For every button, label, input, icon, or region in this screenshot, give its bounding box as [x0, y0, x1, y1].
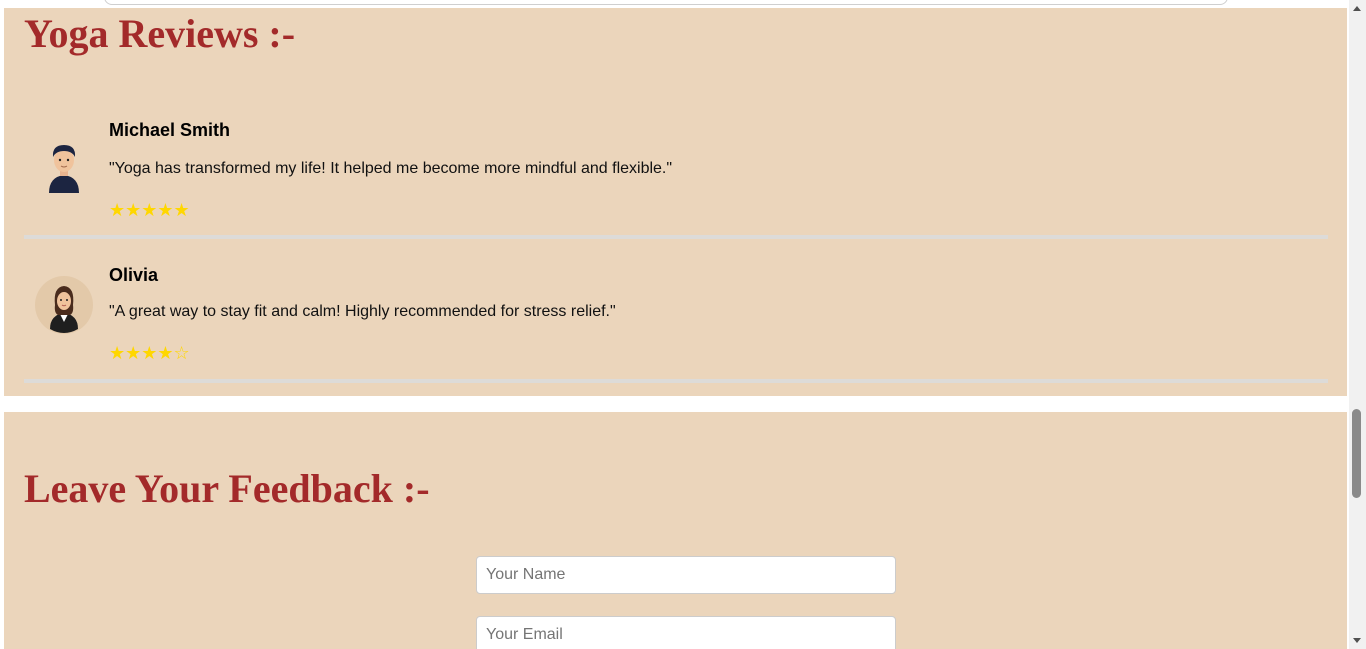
star-rating: ★★★★★ [109, 200, 190, 221]
search-bar-edge [104, 0, 1228, 5]
reviews-section: Yoga Reviews :- Michael Smith "Yoga has … [4, 8, 1347, 396]
scroll-up-arrow-icon[interactable] [1349, 0, 1366, 17]
review-text: "A great way to stay fit and calm! Highl… [109, 303, 616, 320]
scrollbar-thumb[interactable] [1352, 409, 1361, 498]
feedback-title: Leave Your Feedback :- [24, 466, 430, 511]
review-text: "Yoga has transformed my life! It helped… [109, 160, 673, 177]
woman-avatar-icon [34, 275, 94, 335]
man-avatar-icon [34, 135, 94, 195]
star-rating: ★★★★☆ [109, 343, 190, 364]
email-input[interactable] [476, 616, 896, 649]
page-scrollbar[interactable] [1349, 0, 1366, 649]
reviewer-name: Michael Smith [109, 120, 231, 140]
feedback-section: Leave Your Feedback :- [4, 412, 1347, 649]
review-divider [24, 379, 1328, 383]
scroll-down-arrow-icon[interactable] [1349, 632, 1366, 649]
reviews-title: Yoga Reviews :- [24, 11, 296, 56]
page: Yoga Reviews :- Michael Smith "Yoga has … [0, 0, 1366, 649]
reviewer-name: Olivia [109, 265, 159, 285]
review-card: Olivia "A great way to stay fit and calm… [24, 255, 1328, 383]
review-divider [24, 235, 1328, 239]
review-card: Michael Smith "Yoga has transformed my l… [24, 111, 1328, 239]
name-input[interactable] [476, 556, 896, 594]
